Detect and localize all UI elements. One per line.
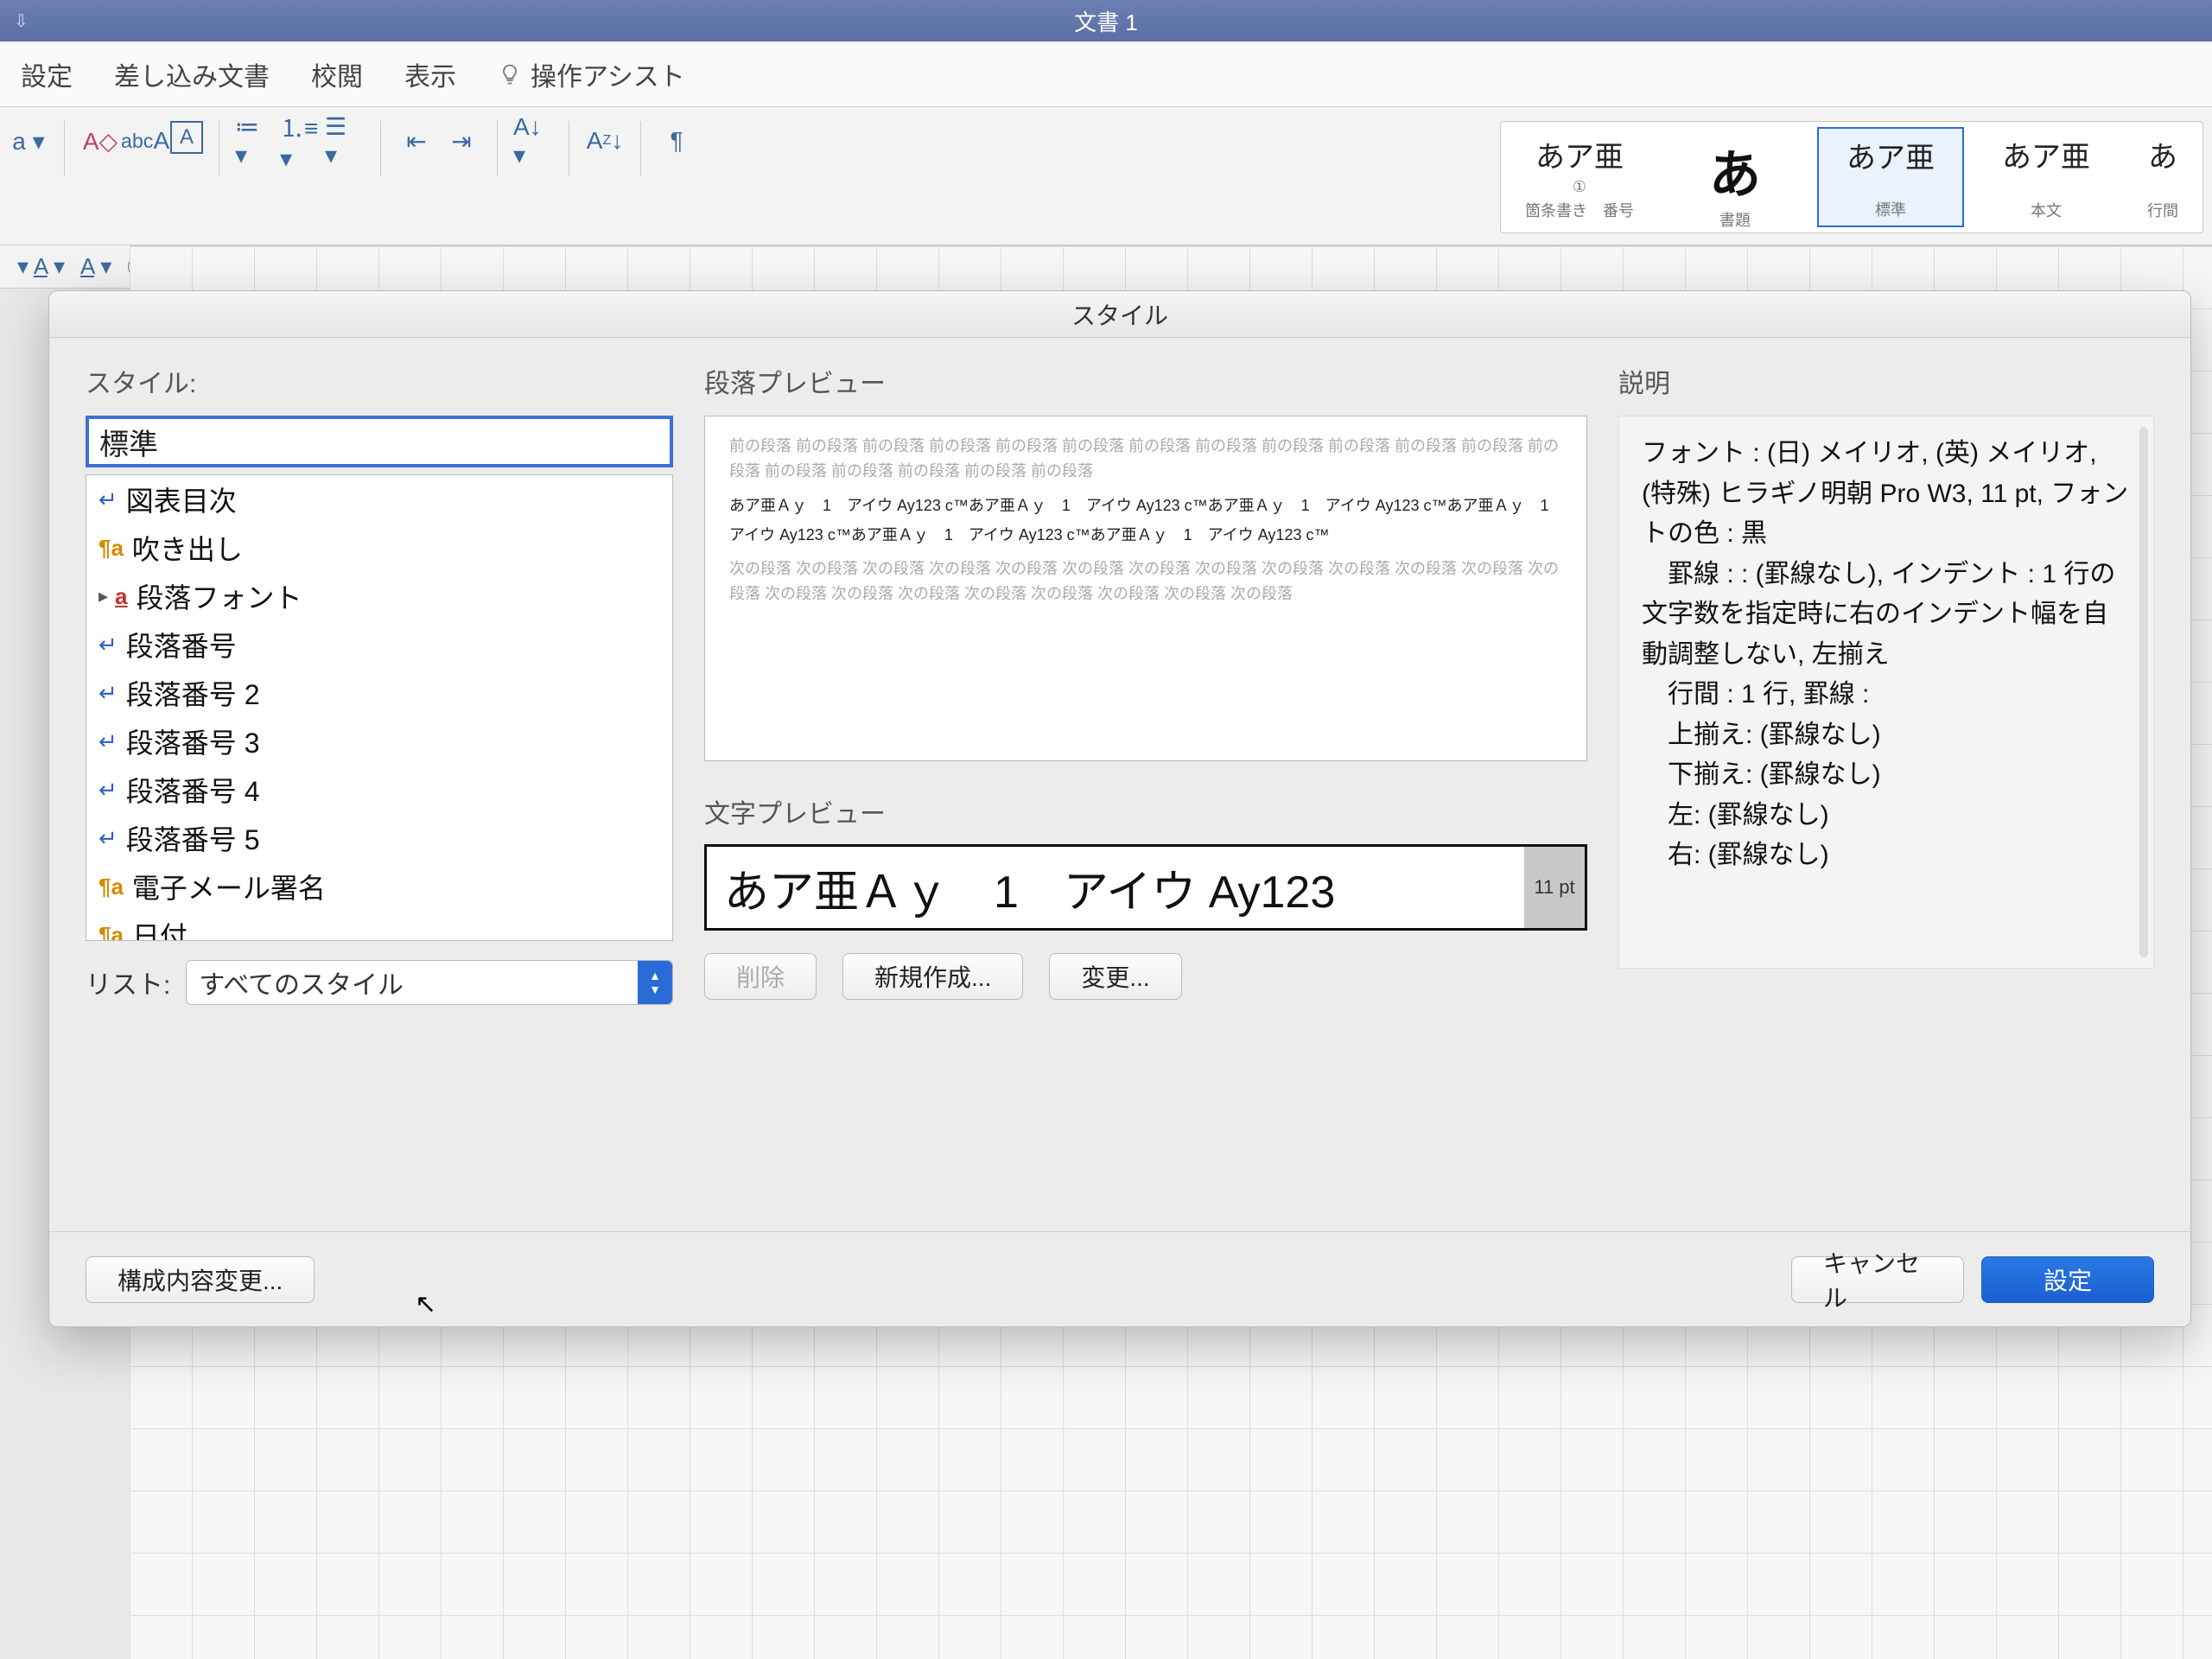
pilcrow-icon: ↵ bbox=[99, 825, 118, 852]
style-item-label: 段落番号 4 bbox=[126, 770, 260, 810]
style-item-label: 日付 bbox=[132, 915, 188, 941]
style-item-label: 段落フォント bbox=[137, 576, 302, 616]
preview-before-text: 前の段落 前の段落 前の段落 前の段落 前の段落 前の段落 前の段落 前の段落 … bbox=[729, 434, 1562, 484]
style-list-item[interactable]: ↵ 段落番号 4 bbox=[86, 766, 672, 814]
chevron-updown-icon: ▲▼ bbox=[638, 961, 672, 1004]
style-item-label: 吹き出し bbox=[132, 528, 243, 568]
style-list-item[interactable]: ↵ 段落番号 bbox=[86, 620, 672, 669]
operation-assist[interactable]: 操作アシスト bbox=[498, 55, 685, 93]
new-style-button[interactable]: 新規作成... bbox=[842, 953, 1023, 1000]
style-field-label: スタイル: bbox=[86, 362, 673, 400]
preview-sample-text: あア亜Ａｙ 1 アイウ Ay123 c™あア亜Ａｙ 1 アイウ Ay123 c™… bbox=[729, 491, 1562, 550]
pilcrow-icon: ↵ bbox=[99, 486, 118, 513]
paragraph-style-icon: ¶a bbox=[99, 535, 124, 562]
titlebar-left-icon: ⇩ bbox=[14, 10, 29, 32]
multilevel-icon[interactable]: ☰ ▾ bbox=[325, 121, 365, 161]
paragraph-style-icon: ¶a bbox=[99, 922, 124, 942]
ribbon-tab[interactable]: 校閲 bbox=[311, 55, 363, 93]
preview-panel: 段落プレビュー 前の段落 前の段落 前の段落 前の段落 前の段落 前の段落 前の… bbox=[704, 362, 1587, 1223]
list-filter-label: リスト: bbox=[86, 963, 170, 1001]
style-list-item[interactable]: ↵ 段落番号 2 bbox=[86, 669, 672, 717]
tool-icon[interactable]: ▾ A ▾ bbox=[17, 253, 65, 280]
scrollbar[interactable] bbox=[2139, 427, 2148, 957]
style-list-item[interactable]: ↵ 段落番号 3 bbox=[86, 717, 672, 766]
paragraph-mark-icon[interactable]: ¶ bbox=[657, 121, 696, 161]
description-text: フォント : (日) メイリオ, (英) メイリオ, (特殊) ヒラギノ明朝 P… bbox=[1618, 416, 2154, 969]
apply-button[interactable]: 設定 bbox=[1981, 1256, 2154, 1303]
ribbon-toolbar: a ▾ A◇ abcA A ≔ ▾ ⒈≡ ▾ ☰ ▾ ⇤ ⇥ A↓ ▾ AZ↓ … bbox=[0, 107, 2212, 245]
cancel-button[interactable]: キャンセル bbox=[1791, 1256, 1964, 1303]
organizer-button[interactable]: 構成内容変更... bbox=[86, 1256, 315, 1303]
ribbon-tabs: 設定 差し込み文書 校閲 表示 操作アシスト bbox=[0, 41, 2212, 107]
phonetic-guide-icon[interactable]: abcA bbox=[125, 121, 165, 161]
tool-icon[interactable]: A ▾ bbox=[80, 253, 111, 280]
styles-dialog: スタイル スタイル: ↵図表目次¶a吹き出し▸a段落フォント↵段落番号↵段落番号… bbox=[48, 290, 2191, 1327]
arrow-icon: ▸ bbox=[99, 585, 108, 607]
cursor-icon: ↖ bbox=[415, 1289, 436, 1319]
list-filter-select[interactable]: すべてのスタイル ▲▼ bbox=[186, 960, 673, 1005]
indent-increase-icon[interactable]: ⇥ bbox=[442, 121, 481, 161]
select-value: すべてのスタイル bbox=[199, 963, 404, 1001]
character-sample: あア亜Ａｙ 1 アイウ Ay123 bbox=[724, 855, 1335, 920]
style-item-label: 段落番号 bbox=[126, 625, 237, 664]
ribbon-tab[interactable]: 設定 bbox=[21, 55, 73, 93]
style-list-item[interactable]: ¶a 日付 bbox=[86, 911, 672, 941]
dialog-footer: 構成内容変更... キャンセル 設定 bbox=[49, 1231, 2190, 1326]
pilcrow-icon: ↵ bbox=[99, 680, 118, 707]
delete-button[interactable]: 削除 bbox=[704, 953, 817, 1000]
style-item-label: 電子メール署名 bbox=[132, 867, 326, 906]
style-list-item[interactable]: ¶a 吹き出し bbox=[86, 524, 672, 572]
style-card[interactable]: あ 書題 bbox=[1662, 127, 1808, 227]
style-card[interactable]: あ 行間 bbox=[2128, 127, 2197, 227]
paragraph-preview-label: 段落プレビュー bbox=[704, 362, 1587, 400]
style-card[interactable]: あア亜 本文 bbox=[1973, 127, 2120, 227]
dialog-title: スタイル bbox=[49, 291, 2190, 338]
sort-icon[interactable]: A↓ ▾ bbox=[513, 121, 553, 161]
style-list[interactable]: ↵図表目次¶a吹き出し▸a段落フォント↵段落番号↵段落番号 2↵段落番号 3↵段… bbox=[86, 474, 673, 941]
az-sort-icon[interactable]: AZ↓ bbox=[585, 121, 625, 161]
character-style-icon: a bbox=[115, 583, 127, 610]
description-panel: 説明 フォント : (日) メイリオ, (英) メイリオ, (特殊) ヒラギノ明… bbox=[1618, 362, 2154, 1223]
paragraph-preview: 前の段落 前の段落 前の段落 前の段落 前の段落 前の段落 前の段落 前の段落 … bbox=[704, 416, 1587, 761]
font-size-badge: 11 pt bbox=[1524, 847, 1585, 928]
description-label: 説明 bbox=[1618, 362, 2154, 400]
clear-format-icon[interactable]: A◇ bbox=[80, 121, 120, 161]
modify-button[interactable]: 変更... bbox=[1049, 953, 1181, 1000]
window-title: 文書 1 bbox=[1074, 5, 1138, 37]
paragraph-style-icon: ¶a bbox=[99, 874, 124, 900]
style-item-label: 段落番号 3 bbox=[126, 721, 260, 761]
window-titlebar: ⇩ 文書 1 bbox=[0, 0, 2212, 41]
pilcrow-icon: ↵ bbox=[99, 728, 118, 755]
ribbon-tab[interactable]: 差し込み文書 bbox=[114, 55, 270, 93]
lightbulb-icon bbox=[498, 62, 522, 86]
bullets-icon[interactable]: ≔ ▾ bbox=[235, 121, 275, 161]
style-name-input[interactable] bbox=[86, 416, 673, 467]
numbering-icon[interactable]: ⒈≡ ▾ bbox=[280, 121, 320, 161]
style-item-label: 図表目次 bbox=[126, 480, 237, 519]
style-gallery: あア亜 ① 箇条書き 番号 あ 書題 あア亜 標準 あア亜 本文 あ 行間 bbox=[1500, 121, 2203, 233]
font-color-icon[interactable]: a ▾ bbox=[9, 121, 48, 161]
preview-after-text: 次の段落 次の段落 次の段落 次の段落 次の段落 次の段落 次の段落 次の段落 … bbox=[729, 556, 1562, 607]
character-preview-label: 文字プレビュー bbox=[704, 792, 1587, 830]
pilcrow-icon: ↵ bbox=[99, 632, 118, 658]
character-preview: あア亜Ａｙ 1 アイウ Ay123 11 pt bbox=[704, 844, 1587, 931]
style-item-label: 段落番号 2 bbox=[126, 673, 260, 713]
style-list-item[interactable]: ↵ 段落番号 5 bbox=[86, 814, 672, 862]
style-card[interactable]: あア亜 ① 箇条書き 番号 bbox=[1506, 127, 1653, 227]
style-list-item[interactable]: ¶a 電子メール署名 bbox=[86, 862, 672, 911]
assist-label: 操作アシスト bbox=[531, 55, 685, 93]
style-item-label: 段落番号 5 bbox=[126, 818, 260, 858]
style-card-selected[interactable]: あア亜 標準 bbox=[1817, 127, 1964, 227]
ribbon-tab[interactable]: 表示 bbox=[404, 55, 456, 93]
pilcrow-icon: ↵ bbox=[99, 777, 118, 804]
indent-decrease-icon[interactable]: ⇤ bbox=[397, 121, 436, 161]
style-list-item[interactable]: ▸ a 段落フォント bbox=[86, 572, 672, 620]
styles-panel: スタイル: ↵図表目次¶a吹き出し▸a段落フォント↵段落番号↵段落番号 2↵段落… bbox=[86, 362, 673, 1223]
style-list-item[interactable]: ↵ 図表目次 bbox=[86, 475, 672, 524]
character-border-icon[interactable]: A bbox=[170, 121, 203, 154]
